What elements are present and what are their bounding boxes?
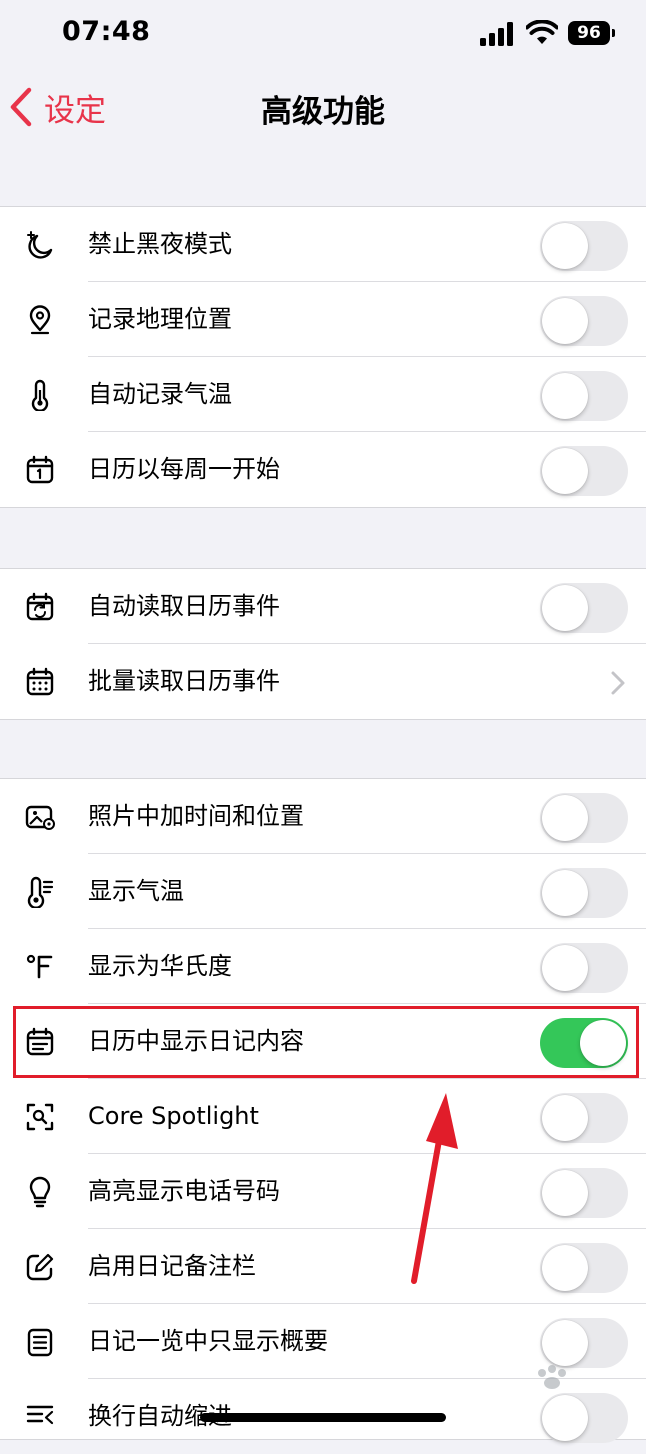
toggle-switch[interactable] (540, 1093, 628, 1143)
battery-icon: 96 (568, 21, 610, 45)
calendar-sync-icon (26, 592, 54, 621)
toggle-switch[interactable] (540, 583, 628, 633)
battery-level: 96 (577, 23, 601, 43)
navigation-bar: 设定 高级功能 (0, 70, 646, 146)
row-label: 自动记录气温 (88, 380, 232, 408)
row-week-starts-monday: 日历以每周一开始 (0, 432, 646, 507)
photo-location-icon (25, 805, 55, 830)
row-diary-notes: 启用日记备注栏 (0, 1229, 646, 1304)
row-core-spotlight: Core Spotlight (0, 1079, 646, 1154)
moon-icon (27, 231, 53, 259)
lightbulb-icon (29, 1176, 51, 1208)
toggle-knob (542, 1095, 588, 1141)
annotation-arrow-icon (411, 1093, 458, 1284)
toggle-knob (542, 1245, 588, 1291)
row-label: Core Spotlight (88, 1102, 259, 1130)
row-fahrenheit: 显示为华氏度 (0, 929, 646, 1004)
row-show-temperature: 显示气温 (0, 854, 646, 929)
row-label: 日记一览中只显示概要 (88, 1327, 328, 1355)
cellular-signal-icon (480, 22, 516, 46)
battery-tip (612, 29, 615, 37)
row-label: 记录地理位置 (88, 305, 232, 333)
toggle-knob (542, 870, 588, 916)
baidu-paw-icon (538, 1365, 566, 1389)
edit-note-icon (26, 1253, 54, 1281)
toggle-switch[interactable] (540, 943, 628, 993)
row-label: 自动读取日历事件 (88, 592, 280, 620)
highlight-box (13, 1006, 639, 1078)
toggle-knob (542, 373, 588, 419)
row-auto-read-calendar: 自动读取日历事件 (0, 569, 646, 644)
row-auto-temperature: 自动记录气温 (0, 357, 646, 432)
location-pin-icon (29, 305, 51, 335)
toggle-knob (542, 1170, 588, 1216)
row-label: 显示气温 (88, 877, 184, 905)
toggle-knob (542, 795, 588, 841)
chevron-right-icon (611, 671, 625, 695)
row-highlight-phone: 高亮显示电话号码 (0, 1154, 646, 1229)
toggle-knob (542, 585, 588, 631)
spotlight-icon (26, 1103, 54, 1131)
settings-group-2: 自动读取日历事件 批量读取日历事件 (0, 568, 646, 720)
row-batch-read-calendar[interactable]: 批量读取日历事件 (0, 644, 646, 719)
row-disable-dark-mode: 禁止黑夜模式 (0, 207, 646, 282)
toggle-switch[interactable] (540, 296, 628, 346)
row-label: 高亮显示电话号码 (88, 1177, 280, 1205)
toggle-switch[interactable] (540, 221, 628, 271)
row-label: 批量读取日历事件 (88, 667, 280, 695)
row-label: 照片中加时间和位置 (88, 802, 304, 830)
status-bar: 07:48 96 (0, 0, 646, 70)
toggle-knob (542, 945, 588, 991)
toggle-switch[interactable] (540, 793, 628, 843)
status-time: 07:48 (62, 16, 151, 47)
toggle-switch[interactable] (540, 371, 628, 421)
toggle-knob (542, 448, 588, 494)
toggle-switch[interactable] (540, 1168, 628, 1218)
settings-group-1: 禁止黑夜模式 记录地理位置 自动记录气温 日历以每周一开始 (0, 206, 646, 508)
toggle-switch[interactable] (540, 446, 628, 496)
calendar-one-icon (26, 455, 54, 484)
row-label: 启用日记备注栏 (88, 1252, 256, 1280)
row-record-location: 记录地理位置 (0, 282, 646, 357)
toggle-switch[interactable] (540, 868, 628, 918)
row-photo-time-location: 照片中加时间和位置 (0, 779, 646, 854)
row-label: 显示为华氏度 (88, 952, 232, 980)
settings-group-3: 照片中加时间和位置 显示气温 显示为华氏度 日历中显示日记内容 Core Spo… (0, 778, 646, 1443)
thermometer-lines-icon (27, 876, 54, 908)
home-indicator[interactable] (200, 1413, 446, 1422)
page-title: 高级功能 (261, 94, 385, 130)
toggle-switch[interactable] (540, 1243, 628, 1293)
calendar-grid-icon (26, 667, 54, 696)
thermometer-icon (31, 379, 49, 411)
indent-icon (26, 1405, 54, 1425)
document-lines-icon (27, 1328, 53, 1357)
row-label: 禁止黑夜模式 (88, 230, 232, 258)
toggle-knob (542, 298, 588, 344)
toggle-knob (542, 223, 588, 269)
wifi-icon (526, 20, 558, 44)
fahrenheit-icon (26, 954, 53, 979)
row-label: 日历以每周一开始 (88, 455, 280, 483)
baidu-watermark (490, 1355, 640, 1425)
